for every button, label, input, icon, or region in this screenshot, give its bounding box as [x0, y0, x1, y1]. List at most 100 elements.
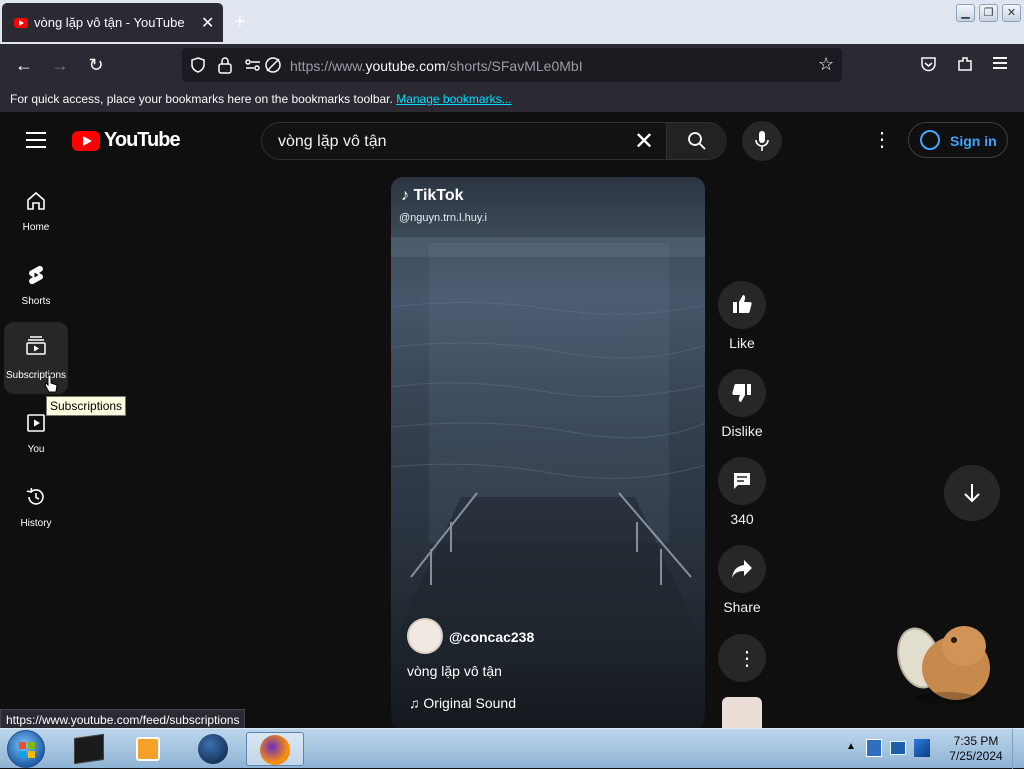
globe-icon [198, 734, 228, 764]
bookmarks-toolbar: For quick access, place your bookmarks h… [0, 86, 1024, 112]
browser-nav-bar: ← → ↻ https://www.youtube.com/shorts/SFa… [0, 44, 1024, 86]
clock-date: 7/25/2024 [949, 749, 1003, 763]
history-icon [26, 487, 44, 505]
thumbs-up-icon [733, 295, 752, 313]
tiktok-handle: @nguyn.trn.l.huy.i [399, 212, 488, 224]
firefox-icon [260, 735, 290, 765]
minimize-button[interactable]: ▁ [956, 4, 975, 22]
browser-tab-bar: vòng lặp vô tận - YouTube ✕ + ▁ ❐ ✕ [0, 0, 1024, 44]
sidebar-item-label: History [20, 518, 52, 529]
reload-icon[interactable]: ↻ [83, 52, 109, 78]
sidebar-item-label: Shorts [21, 296, 51, 307]
network-icon[interactable] [914, 739, 930, 757]
you-icon [27, 414, 45, 432]
autoplay-blocked-icon[interactable] [264, 56, 282, 74]
sidebar-item-label: Subscriptions [5, 370, 67, 381]
share-arrow-icon [732, 560, 752, 578]
sidebar-item-shorts[interactable]: Shorts [4, 252, 68, 324]
more-actions-button[interactable]: ⋮ [718, 634, 766, 682]
monitor-icon[interactable] [890, 741, 906, 755]
permissions-icon[interactable] [244, 57, 262, 73]
search-icon [688, 132, 706, 150]
hand-cursor-icon [44, 374, 58, 393]
shorts-video-player[interactable]: ♪ TikTok @nguyn.trn.l.huy.i @concac238 v… [391, 177, 705, 729]
next-video-button[interactable] [944, 465, 1000, 521]
settings-more-icon[interactable]: ⋮ [872, 130, 892, 150]
sidebar-item-you[interactable]: You [4, 400, 68, 472]
sidebar-item-label: Home [22, 222, 50, 233]
taskbar-app-media-player[interactable] [120, 732, 178, 766]
status-url-tooltip: https://www.youtube.com/feed/subscriptio… [0, 709, 246, 729]
shield-icon[interactable] [190, 57, 206, 73]
comment-icon [734, 473, 750, 489]
windows-logo-icon [19, 742, 35, 758]
url-bar[interactable]: https://www.youtube.com/shorts/SFavMLe0M… [182, 48, 842, 82]
app-menu-icon[interactable] [993, 57, 1007, 69]
comments-button[interactable] [718, 457, 766, 505]
clock-time: 7:35 PM [953, 734, 999, 748]
search-button[interactable] [666, 123, 727, 159]
pocket-icon[interactable] [920, 56, 937, 73]
tiktok-watermark: ♪ TikTok [401, 187, 464, 204]
sidebar-item-home[interactable]: Home [4, 178, 68, 250]
youtube-header: YouTube vòng lặp vô tận ✕ ⋮ Sign in [0, 112, 1024, 170]
sidebar-item-subscriptions[interactable]: Subscriptions [4, 322, 68, 394]
hamburger-menu-icon[interactable] [26, 132, 46, 148]
sign-in-label: Sign in [950, 133, 997, 149]
sign-in-button[interactable]: Sign in [908, 122, 1008, 158]
account-icon [920, 130, 940, 150]
microphone-icon [755, 131, 769, 151]
share-button[interactable] [718, 545, 766, 593]
channel-avatar[interactable] [407, 618, 443, 654]
subscriptions-icon [26, 336, 46, 355]
video-title[interactable]: vòng lặp vô tận [407, 663, 502, 679]
forward-arrow-icon[interactable]: → [47, 52, 73, 78]
youtube-logo-icon[interactable] [72, 131, 100, 151]
manage-bookmarks-link[interactable]: Manage bookmarks... [396, 92, 511, 106]
windows-taskbar: ▲ 7:35 PM 7/25/2024 [0, 728, 1024, 769]
new-tab-button[interactable]: + [234, 11, 246, 34]
clear-search-icon[interactable]: ✕ [634, 127, 654, 156]
channel-name[interactable]: @concac238 [449, 629, 534, 645]
arrow-down-icon [964, 484, 980, 503]
sidebar-item-label: You [27, 444, 45, 455]
search-input[interactable]: vòng lặp vô tận [278, 133, 387, 151]
voice-search-button[interactable] [742, 121, 782, 161]
sound-thumbnail[interactable] [722, 697, 762, 729]
share-label: Share [723, 599, 761, 615]
tab-close-icon[interactable]: ✕ [201, 13, 214, 33]
show-desktop-button[interactable] [1012, 729, 1024, 769]
home-icon [27, 191, 45, 210]
taskbar-clock[interactable]: 7:35 PM 7/25/2024 [943, 734, 1009, 764]
search-box[interactable]: vòng lặp vô tận ✕ [261, 122, 727, 160]
tab-title: vòng lặp vô tận - YouTube [34, 15, 185, 30]
restore-button[interactable]: ❐ [979, 4, 998, 22]
extensions-icon[interactable] [956, 55, 974, 73]
thumbs-down-icon [732, 384, 751, 402]
dislike-label: Dislike [721, 423, 763, 439]
tray-app-icon[interactable] [866, 739, 882, 757]
back-arrow-icon[interactable]: ← [11, 52, 37, 78]
lock-icon[interactable] [218, 56, 232, 74]
show-hidden-icons-icon[interactable]: ▲ [846, 741, 856, 752]
youtube-favicon-icon [14, 18, 28, 28]
dislike-button[interactable] [718, 369, 766, 417]
more-vertical-icon: ⋮ [737, 648, 757, 670]
music-note-icon: ♫ [409, 695, 420, 711]
bookmark-star-icon[interactable]: ☆ [818, 54, 834, 75]
browser-tab[interactable]: vòng lặp vô tận - YouTube ✕ [2, 3, 223, 42]
shorts-icon [29, 265, 43, 285]
taskbar-app-browser[interactable] [184, 732, 242, 766]
media-player-icon [136, 737, 160, 761]
like-button[interactable] [718, 281, 766, 329]
sidebar-item-history[interactable]: History [4, 474, 68, 546]
bookmarks-hint: For quick access, place your bookmarks h… [10, 92, 512, 106]
taskbar-app-terminal[interactable] [60, 732, 118, 766]
sound-link[interactable]: ♫ Original Sound [409, 695, 516, 711]
youtube-logo-text[interactable]: YouTube [104, 129, 181, 152]
close-window-button[interactable]: ✕ [1002, 4, 1021, 22]
taskbar-app-firefox[interactable] [246, 732, 304, 766]
like-label: Like [729, 335, 755, 351]
start-button[interactable] [7, 730, 45, 768]
url-text[interactable]: https://www.youtube.com/shorts/SFavMLe0M… [290, 58, 583, 74]
